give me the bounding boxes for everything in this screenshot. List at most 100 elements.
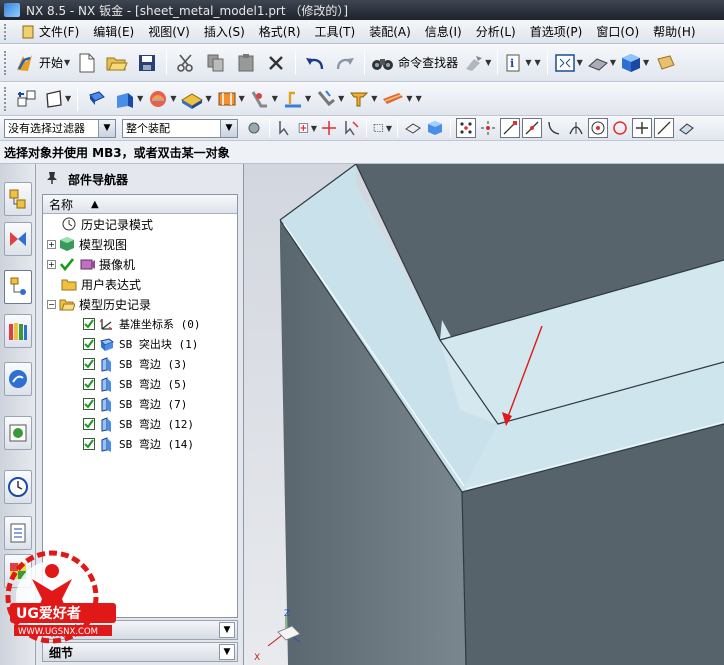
- menu-file[interactable]: 文件(F): [14, 23, 86, 40]
- redo-button[interactable]: [332, 49, 358, 77]
- flat-pattern-button[interactable]: ▼ ▼: [381, 85, 422, 113]
- constraint-navigator-tab[interactable]: [4, 222, 32, 256]
- deselect-button[interactable]: [341, 118, 361, 138]
- existing-point-snap-button[interactable]: [632, 118, 652, 138]
- tree-row-model-views[interactable]: + 模型视图: [43, 234, 237, 254]
- rectangle-select-button[interactable]: ▼: [372, 118, 392, 138]
- type-filter-select[interactable]: 没有选择过滤器 ▼: [4, 118, 116, 138]
- tree-row-feature[interactable]: SB 弯边 (3): [43, 354, 237, 374]
- bend-button[interactable]: ▼: [249, 85, 278, 113]
- body-filter-button[interactable]: [425, 118, 445, 138]
- cursor-location-button[interactable]: [319, 118, 339, 138]
- toolbar-grip[interactable]: [4, 23, 10, 40]
- menu-edit[interactable]: 编辑(E): [86, 23, 141, 40]
- tab-button[interactable]: [84, 85, 110, 113]
- quadrant-snap-button[interactable]: [610, 118, 630, 138]
- model-viewport-canvas[interactable]: Z X: [244, 164, 724, 665]
- checkbox[interactable]: [83, 378, 95, 390]
- mid-point-snap-button[interactable]: [522, 118, 542, 138]
- select-filter-button[interactable]: [275, 118, 295, 138]
- tree-row-cameras[interactable]: + 摄像机: [43, 254, 237, 274]
- menu-insert[interactable]: 插入(S): [197, 23, 252, 40]
- menu-view[interactable]: 视图(V): [141, 23, 197, 40]
- tree-row-model-history[interactable]: − 模型历史记录: [43, 294, 237, 314]
- point-on-face-snap-button[interactable]: [676, 118, 696, 138]
- menu-assemblies[interactable]: 装配(A): [362, 23, 418, 40]
- fit-view-button[interactable]: ▼: [554, 49, 583, 77]
- control-point-snap-button[interactable]: [544, 118, 564, 138]
- selection-scope-select[interactable]: 整个装配 ▼: [122, 118, 238, 138]
- checkbox[interactable]: [83, 398, 95, 410]
- layer-button[interactable]: [653, 49, 679, 77]
- snap-enable-button[interactable]: [456, 118, 476, 138]
- part-navigator-tab[interactable]: [4, 270, 32, 304]
- start-button[interactable]: 开始 ▼: [14, 49, 70, 77]
- tree-row-history-mode[interactable]: 历史记录模式: [43, 214, 237, 234]
- sheet-metal-prefs-button[interactable]: [14, 85, 40, 113]
- chevron-down-icon[interactable]: ▼: [219, 622, 235, 638]
- snap-point-button[interactable]: ▼: [297, 118, 317, 138]
- menu-format[interactable]: 格式(R): [252, 23, 308, 40]
- tree-row-feature[interactable]: SB 弯边 (7): [43, 394, 237, 414]
- arc-center-snap-button[interactable]: [588, 118, 608, 138]
- menu-analysis[interactable]: 分析(L): [469, 23, 523, 40]
- pin-icon[interactable]: [46, 171, 58, 188]
- unbend-button[interactable]: ▼: [282, 85, 311, 113]
- checkbox[interactable]: [83, 438, 95, 450]
- corner-button[interactable]: ▼: [315, 85, 344, 113]
- menu-tools[interactable]: 工具(T): [308, 23, 363, 40]
- assembly-navigator-tab[interactable]: [4, 182, 32, 216]
- info-button[interactable]: i ▼ ▼: [504, 49, 541, 77]
- point-on-curve-snap-button[interactable]: [654, 118, 674, 138]
- tree-row-user-expressions[interactable]: 用户表达式: [43, 274, 237, 294]
- tree-row-feature[interactable]: SB 弯边 (14): [43, 434, 237, 454]
- intersection-snap-button[interactable]: [566, 118, 586, 138]
- flange-button[interactable]: ▼: [114, 85, 143, 113]
- checkbox[interactable]: [83, 318, 95, 330]
- checkbox[interactable]: [83, 358, 95, 370]
- reuse-library-tab[interactable]: [4, 314, 32, 348]
- checkbox[interactable]: [83, 338, 95, 350]
- expand-icon[interactable]: +: [47, 259, 56, 269]
- toolbar-grip[interactable]: [4, 50, 10, 75]
- delete-button[interactable]: [263, 49, 289, 77]
- tree-row-feature[interactable]: 基准坐标系 (0): [43, 314, 237, 334]
- jog-button[interactable]: ▼: [216, 85, 245, 113]
- toolbar-grip[interactable]: [4, 86, 10, 111]
- graphics-window[interactable]: Z X: [244, 164, 724, 665]
- menu-information[interactable]: 信息(I): [418, 23, 469, 40]
- tree-row-feature[interactable]: SB 弯边 (12): [43, 414, 237, 434]
- history-palette-tab[interactable]: [4, 416, 32, 450]
- save-button[interactable]: [134, 49, 160, 77]
- tree-row-feature[interactable]: SB 突出块 (1): [43, 334, 237, 354]
- contour-flange-button[interactable]: ▼: [147, 85, 176, 113]
- chevron-down-icon[interactable]: ▼: [219, 644, 235, 660]
- menu-help[interactable]: 帮助(H): [646, 23, 702, 40]
- checkbox[interactable]: [83, 418, 95, 430]
- filter-settings-button[interactable]: [244, 118, 264, 138]
- paste-button[interactable]: [233, 49, 259, 77]
- command-finder-button[interactable]: 命令查找器: [371, 49, 458, 77]
- internet-explorer-tab[interactable]: [4, 362, 32, 396]
- open-button[interactable]: [104, 49, 130, 77]
- copy-button[interactable]: [203, 49, 229, 77]
- column-header-name[interactable]: 名称 ▲: [43, 195, 237, 214]
- clock-tab[interactable]: [4, 470, 32, 504]
- face-filter-button[interactable]: [403, 118, 423, 138]
- orient-view-button[interactable]: ▼: [620, 49, 649, 77]
- lofted-flange-button[interactable]: ▼: [180, 85, 212, 113]
- punch-button[interactable]: ▼: [348, 85, 377, 113]
- menu-preferences[interactable]: 首选项(P): [523, 23, 590, 40]
- end-point-snap-button[interactable]: [500, 118, 520, 138]
- menu-window[interactable]: 窗口(O): [589, 23, 646, 40]
- touch-mode-button[interactable]: ▼: [462, 49, 491, 77]
- snap-options-button[interactable]: [478, 118, 498, 138]
- expand-icon[interactable]: +: [47, 239, 56, 249]
- sketch-button[interactable]: ▼: [44, 85, 71, 113]
- new-button[interactable]: [74, 49, 100, 77]
- render-style-button[interactable]: ▼: [587, 49, 616, 77]
- collapse-icon[interactable]: −: [47, 299, 56, 309]
- tree-row-feature[interactable]: SB 弯边 (5): [43, 374, 237, 394]
- cut-button[interactable]: [173, 49, 199, 77]
- undo-button[interactable]: [302, 49, 328, 77]
